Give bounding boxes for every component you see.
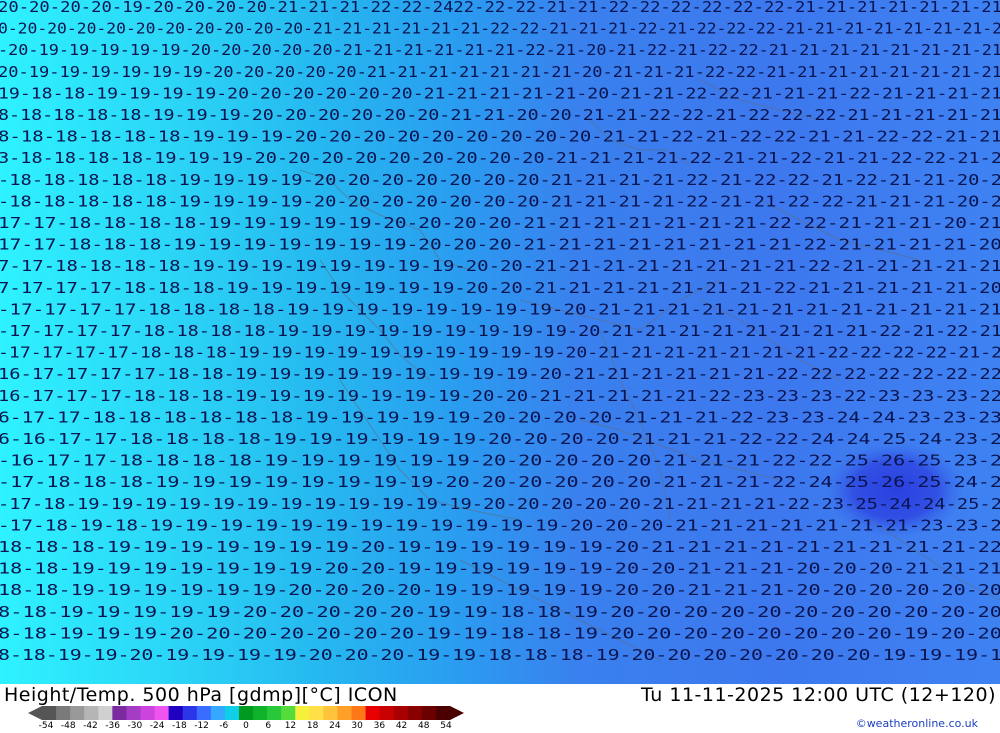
scale-swatch — [112, 706, 127, 720]
scale-tick-label: -24 — [149, 721, 165, 731]
temperature-map: 20-20-20-20-19-20-20-20-20-21-21-21-22-2… — [0, 0, 1000, 684]
contour-label-row: 20-20-20-20-19-20-20-20-20-21-21-21-22-2… — [0, 0, 1000, 16]
scale-swatch — [393, 706, 409, 720]
scale-swatch — [210, 706, 226, 720]
scale-swatch — [295, 706, 310, 720]
contour-label-row: 18-18-18-19-19-19-19-19-19-19-20-19-19-1… — [0, 538, 1000, 556]
contour-label-row: 20-19-19-19-19-19-19-20-20-20-20-20-21-2… — [0, 63, 1000, 81]
contour-label-row: 17-17-18-18-18-18-19-19-19-19-19-20-20-2… — [0, 214, 1000, 232]
scale-swatch — [168, 706, 184, 720]
contour-label-row: -17-17-17-17-18-18-18-18-19-19-19-19-19-… — [0, 300, 1000, 318]
scale-tick-label: 48 — [418, 721, 430, 731]
scale-swatch — [323, 706, 338, 720]
contour-label-row: 8-18-18-18-18-19-19-19-20-20-20-20-20-20… — [0, 106, 1000, 124]
scale-swatch — [56, 706, 71, 720]
scale-swatch — [42, 706, 57, 720]
scale-swatch — [224, 706, 240, 720]
contour-label-row: 8-18-18-18-18-18-19-19-19-20-20-20-20-20… — [0, 128, 1000, 146]
scale-swatch — [253, 706, 268, 720]
contour-label-row: -17-17-17-17-18-18-18-19-19-19-19-19-19-… — [0, 344, 1000, 362]
scale-tick-label: -6 — [219, 721, 229, 731]
scale-arrow-low — [28, 706, 42, 720]
scale-tick-label: -12 — [194, 721, 209, 731]
valid-time-label: Tu 11-11-2025 12:00 UTC (12+120) — [641, 684, 996, 706]
scale-swatch — [407, 706, 423, 720]
scale-swatch — [267, 706, 282, 720]
contour-label-row: 18-18-19-19-19-19-19-19-20-20-20-20-19-1… — [0, 581, 1000, 599]
source-credit: ©weatheronline.co.uk — [855, 717, 978, 730]
scale-tick-label: -42 — [83, 721, 98, 731]
scale-swatch — [84, 706, 99, 720]
map-title: Height/Temp. 500 hPa [gdmp][°C] ICON — [4, 684, 398, 706]
scale-swatch — [154, 706, 170, 720]
contour-label-row: 19-18-18-19-19-19-19-20-20-20-20-20-20-2… — [0, 84, 1000, 102]
contour-label-row: -18-18-18-18-18-19-19-19-19-20-20-20-20-… — [0, 171, 1000, 189]
scale-tick-label: -36 — [105, 721, 121, 731]
contour-label-row: 16-17-17-17-18-18-18-19-19-19-19-19-19-1… — [0, 387, 1000, 405]
contour-labels-layer: 20-20-20-20-19-20-20-20-20-21-21-21-22-2… — [0, 0, 1000, 664]
contour-label-row: 8-18-19-19-20-19-19-19-19-20-20-20-19-19… — [0, 646, 1000, 664]
contour-label-row: -18-18-18-18-18-19-19-19-19-20-20-20-20-… — [0, 192, 1000, 210]
scale-tick-label: -18 — [171, 721, 187, 731]
scale-swatch — [309, 706, 324, 720]
scale-tick-label: -54 — [38, 721, 54, 731]
contour-label-row: 7-17-17-17-18-18-18-19-19-19-19-19-19-19… — [0, 279, 1000, 297]
contour-label-row: 17-17-18-18-18-19-19-19-19-19-19-19-20-2… — [0, 236, 1000, 254]
contour-label-row: 0-20-20-20-20-20-20-20-20-20-20-21-21-21… — [0, 20, 1000, 38]
contour-label-row: 3-18-18-18-18-19-19-19-20-20-20-20-20-20… — [0, 149, 1000, 167]
scale-swatch — [337, 706, 353, 720]
contour-label-row: -17-18-19-19-19-19-19-19-19-19-19-19-19-… — [0, 495, 1000, 513]
scale-swatch — [421, 706, 437, 720]
map-footer: Height/Temp. 500 hPa [gdmp][°C] ICON Tu … — [0, 684, 1000, 733]
scale-tick-label: 0 — [243, 721, 249, 731]
scale-swatch — [70, 706, 85, 720]
scale-swatch — [351, 706, 367, 720]
scale-swatch — [126, 706, 141, 720]
weather-map-view: 20-20-20-20-19-20-20-20-20-21-21-21-22-2… — [0, 0, 1000, 733]
scale-swatch — [379, 706, 395, 720]
contour-label-row: 6-16-17-17-18-18-18-18-19-19-19-19-19-19… — [0, 430, 1000, 448]
scale-tick-label: 54 — [440, 721, 452, 731]
scale-swatch — [365, 706, 381, 720]
contour-label-row: 16-17-17-17-17-18-18-19-19-19-19-19-19-1… — [0, 365, 1000, 383]
scale-tick-label: 18 — [306, 721, 319, 731]
scale-swatch — [98, 706, 113, 720]
scale-tick-label: 42 — [395, 721, 408, 731]
contour-label-row: -17-18-19-18-19-19-19-19-19-19-19-19-19-… — [0, 516, 1000, 534]
scale-tick-label: -30 — [127, 721, 143, 731]
scale-swatch — [182, 706, 198, 720]
scale-tick-label: 24 — [329, 721, 341, 731]
contour-label-row: 6-17-17-18-18-18-18-18-18-19-19-19-19-19… — [0, 408, 1000, 426]
contour-label-row: 7-17-18-18-18-18-19-19-19-19-19-19-19-19… — [0, 257, 1000, 275]
scale-swatch — [140, 706, 156, 720]
color-scale-bar — [28, 706, 464, 720]
scale-tick-label: 36 — [373, 721, 386, 731]
scale-swatch — [281, 706, 296, 720]
scale-tick-label: 12 — [284, 721, 297, 731]
contour-label-row: 18-18-19-19-19-19-19-19-19-20-20-19-19-1… — [0, 560, 1000, 578]
scale-tick-label: -48 — [60, 721, 76, 731]
scale-tick-label: 6 — [265, 721, 272, 731]
contour-label-row: -17-17-17-17-18-18-18-18-19-19-19-19-19-… — [0, 322, 1000, 340]
scale-arrow-high — [450, 706, 464, 720]
contour-label-row: -20-19-19-19-19-19-20-20-20-20-20-21-21-… — [0, 41, 1000, 59]
contour-label-row: -17-18-18-18-19-19-19-19-19-19-19-19-20-… — [0, 473, 1000, 491]
contour-label-row: -16-17-17-18-18-18-18-19-19-19-19-19-19-… — [0, 452, 1000, 470]
scale-swatch — [196, 706, 212, 720]
color-scale-ticks: -54 -48 -42 -36 -30 -24 -18 -12 -6 0 6 12 18 24 30 36 42… — [28, 721, 464, 733]
scale-tick-label: 30 — [351, 721, 363, 731]
scale-swatch — [238, 706, 254, 720]
contour-label-row: 8-18-19-19-19-19-19-20-20-20-20-20-19-19… — [0, 603, 1000, 621]
scale-swatch — [435, 706, 451, 720]
contour-label-row: 8-18-19-19-19-20-20-20-20-20-20-20-19-19… — [0, 624, 1000, 642]
